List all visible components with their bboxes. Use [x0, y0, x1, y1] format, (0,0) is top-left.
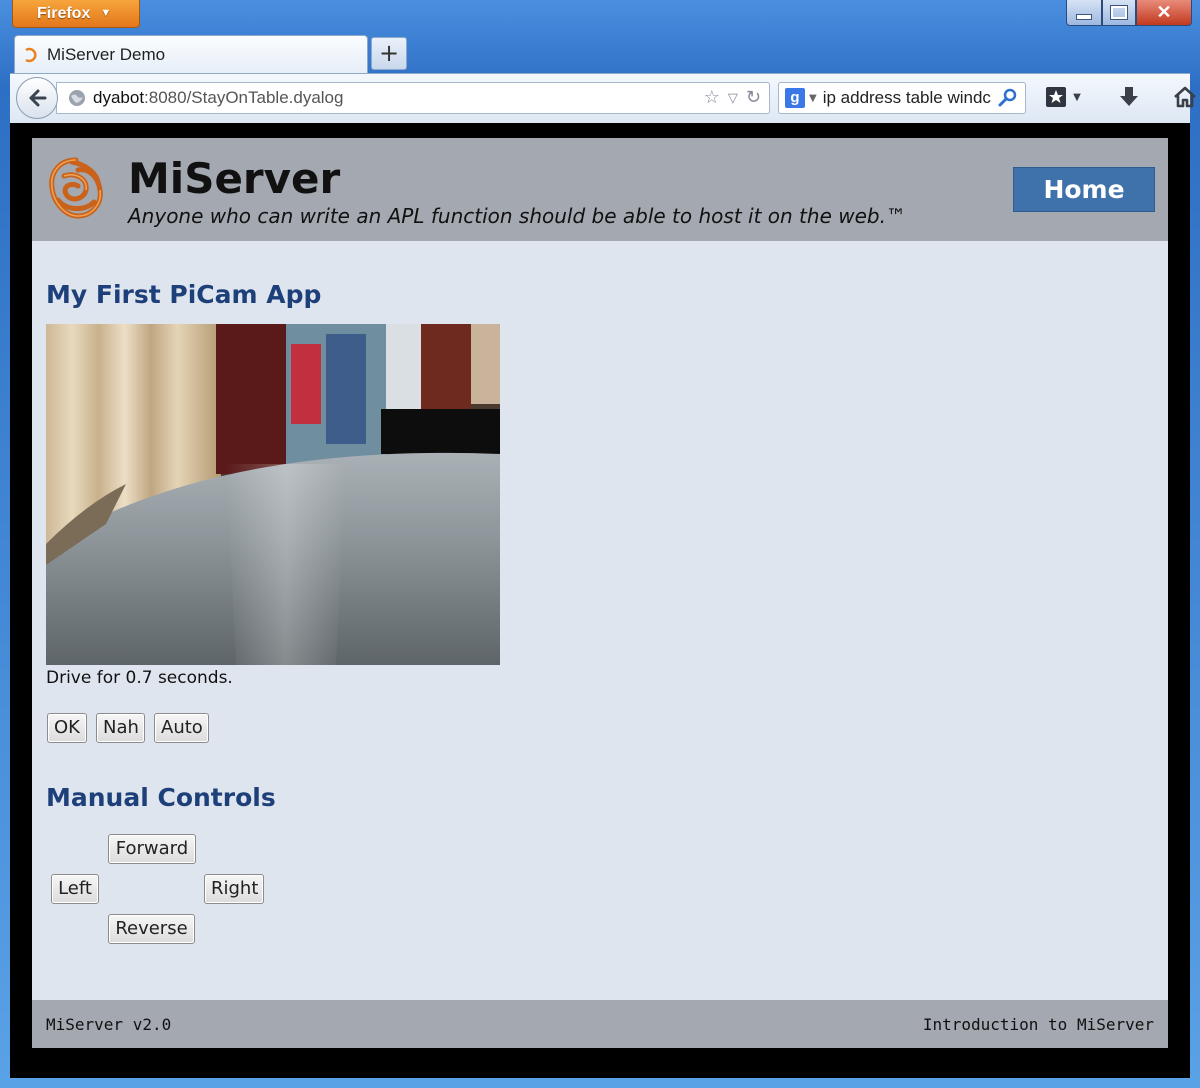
new-tab-button[interactable]: + — [371, 37, 407, 70]
bookmarks-dropdown-icon: ▼ — [1073, 91, 1081, 103]
downloads-button[interactable] — [1116, 84, 1142, 110]
drive-duration-text: Drive for 0.7 seconds. — [46, 668, 233, 688]
intro-link[interactable]: Introduction to MiServer — [923, 1015, 1154, 1034]
picam-heading: My First PiCam App — [46, 280, 322, 309]
maximize-button[interactable] — [1102, 0, 1136, 26]
auto-button[interactable]: Auto — [154, 713, 209, 743]
search-query: ip address table windc — [822, 88, 991, 107]
bookmarks-menu-button[interactable]: ▼ — [1040, 84, 1086, 110]
url-text: dyabot:8080/StayOnTable.dyalog — [93, 88, 343, 108]
url-bar-icons: ☆ ▽ ↻ — [704, 87, 761, 111]
download-arrow-icon — [1120, 87, 1138, 106]
navigation-toolbar: dyabot:8080/StayOnTable.dyalog ☆ ▽ ↻ g ▼… — [10, 73, 1196, 123]
ok-button[interactable]: OK — [47, 713, 87, 743]
close-button[interactable]: ✕ — [1136, 0, 1192, 26]
camera-image — [46, 324, 500, 665]
site-title: MiServer — [128, 154, 341, 203]
camera-frame-graphic — [46, 324, 500, 665]
page-viewport: MiServer Anyone who can write an APL fun… — [10, 123, 1190, 1078]
search-engine-dropdown-icon[interactable]: ▼ — [809, 93, 817, 104]
history-dropdown-icon[interactable]: ▽ — [728, 87, 738, 111]
nah-button[interactable]: Nah — [96, 713, 145, 743]
version-label: MiServer v2.0 — [46, 1015, 172, 1034]
firefox-menu-button[interactable]: Firefox ▼ — [12, 0, 140, 28]
window-controls: ✕ — [1066, 0, 1192, 26]
dropdown-arrow-icon: ▼ — [100, 7, 112, 19]
site-header: MiServer Anyone who can write an APL fun… — [32, 138, 1168, 241]
dyalog-logo-icon — [49, 157, 103, 219]
home-icon — [1174, 86, 1196, 108]
maximize-icon — [1110, 5, 1128, 20]
forward-button[interactable]: Forward — [108, 834, 196, 864]
plus-icon: + — [378, 39, 400, 67]
back-button[interactable] — [16, 77, 58, 119]
url-path: :8080/StayOnTable.dyalog — [144, 88, 344, 107]
firefox-menu-label: Firefox — [37, 5, 91, 22]
bookmark-star-icon[interactable]: ☆ — [704, 87, 720, 111]
back-arrow-icon — [29, 89, 47, 107]
bookmarks-icon — [1046, 87, 1067, 107]
minimize-button[interactable] — [1066, 0, 1102, 26]
home-nav-button[interactable]: Home — [1013, 167, 1155, 212]
reload-icon[interactable]: ↻ — [746, 87, 761, 111]
search-icon[interactable] — [997, 87, 1019, 109]
tab-title: MiServer Demo — [47, 44, 166, 64]
search-input[interactable]: g ▼ ip address table windc — [778, 82, 1026, 114]
left-button[interactable]: Left — [51, 874, 99, 904]
url-bar[interactable]: dyabot:8080/StayOnTable.dyalog ☆ ▽ ↻ — [56, 82, 770, 114]
reverse-button[interactable]: Reverse — [108, 914, 195, 944]
url-host: dyabot — [93, 88, 145, 107]
site-tagline: Anyone who can write an APL function sho… — [128, 204, 906, 228]
globe-icon — [69, 90, 85, 106]
home-button[interactable] — [1172, 84, 1198, 110]
minimize-icon — [1076, 13, 1092, 20]
site-footer: MiServer v2.0 Introduction to MiServer — [32, 1000, 1168, 1048]
miserver-page: MiServer Anyone who can write an APL fun… — [32, 138, 1168, 1048]
close-icon: ✕ — [1156, 2, 1172, 22]
manual-controls-heading: Manual Controls — [46, 783, 276, 812]
right-button[interactable]: Right — [204, 874, 264, 904]
dyalog-favicon-icon — [25, 47, 37, 62]
firefox-window: Firefox ▼ ✕ MiServer Demo + dyabot:8080/S… — [0, 0, 1200, 1088]
tab-miserver-demo[interactable]: MiServer Demo — [14, 35, 368, 73]
google-search-engine-icon[interactable]: g — [785, 88, 805, 108]
toolbar-icons: ▼ — [1040, 84, 1198, 110]
